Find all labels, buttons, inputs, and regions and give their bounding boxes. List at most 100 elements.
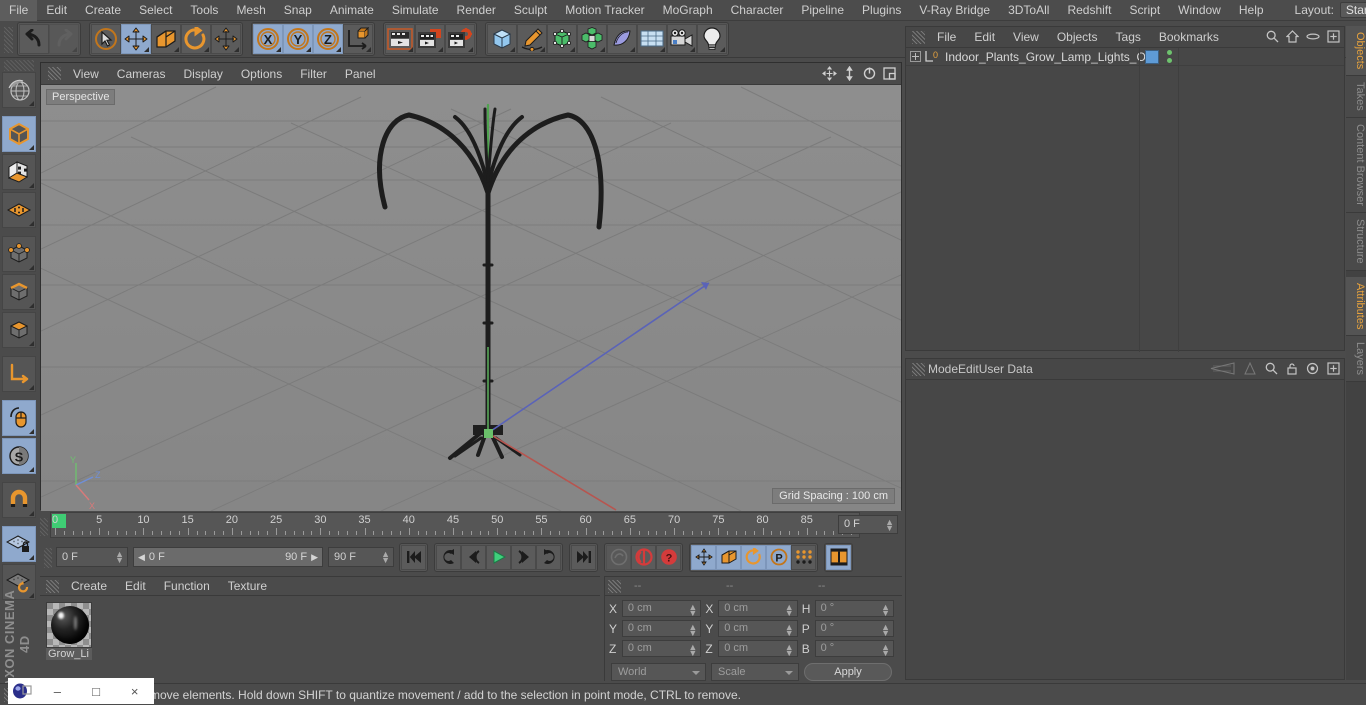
submenu-corner-icon[interactable] [28, 221, 34, 226]
object-menu-tags[interactable]: Tags [1107, 28, 1150, 46]
submenu-corner-icon[interactable] [408, 47, 413, 52]
submenu-corner-icon[interactable] [72, 47, 77, 52]
submenu-corner-icon[interactable] [174, 47, 179, 52]
coordinates-grip[interactable] [608, 579, 621, 593]
timeline-frame-field[interactable]: 0 F ▲ ▼ [838, 515, 898, 534]
viewport-menu-display[interactable]: Display [174, 64, 231, 84]
size-field[interactable]: 0 cm ▲ ▼ [718, 600, 798, 618]
rail-tab-content-browser[interactable]: Content Browser [1346, 118, 1366, 213]
redo-icon[interactable] [49, 24, 79, 54]
submenu-corner-icon[interactable] [438, 47, 443, 52]
auto-keyframing-icon[interactable]: ? [656, 544, 681, 570]
stepper-icon[interactable]: ▲ ▼ [688, 603, 697, 618]
material-item[interactable]: Grow_Li [46, 602, 94, 660]
stepper-icon[interactable]: ▲ ▼ [785, 623, 794, 638]
model-axis-globe-icon[interactable] [1, 72, 36, 108]
attribute-manager-grip[interactable] [912, 362, 925, 376]
submenu-corner-icon[interactable] [28, 101, 34, 106]
submenu-corner-icon[interactable] [28, 341, 34, 346]
key-position-icon[interactable] [691, 544, 716, 570]
new-attr-icon[interactable] [1327, 362, 1340, 378]
play-icon[interactable] [486, 544, 511, 570]
preview-range-slider[interactable]: ◀ 0 F 90 F ▶ [133, 547, 323, 567]
dolly-view-icon[interactable] [842, 65, 857, 84]
menu-item-tools[interactable]: Tools [181, 0, 227, 21]
cube-primitive-icon[interactable] [487, 24, 517, 54]
coordinate-mode-select[interactable]: Scale [711, 663, 799, 681]
new-layer-icon[interactable] [1327, 30, 1340, 46]
stepper-icon[interactable]: ▲ ▼ [881, 623, 890, 638]
polygons-mode-icon[interactable] [1, 312, 36, 348]
ellipse-icon[interactable] [1306, 30, 1320, 46]
stepper-icon[interactable]: ▲ ▼ [115, 550, 124, 565]
viewport-menu-panel[interactable]: Panel [336, 64, 385, 84]
close-button[interactable]: × [115, 684, 154, 699]
minimize-button[interactable]: – [38, 684, 77, 699]
material-list[interactable]: Grow_Li [40, 596, 600, 660]
model-mode-cube-icon[interactable] [1, 116, 36, 152]
viewport-menu-filter[interactable]: Filter [291, 64, 336, 84]
viewport-menu-view[interactable]: View [64, 64, 108, 84]
attribute-menu-user-data[interactable]: User Data [979, 362, 1033, 376]
submenu-corner-icon[interactable] [276, 47, 281, 52]
menu-item-snap[interactable]: Snap [275, 0, 321, 21]
timeline-ruler[interactable]: 051015202530354045505560657075808590 [50, 512, 860, 538]
transport-grip[interactable] [44, 548, 52, 568]
material-menu-grip[interactable] [46, 579, 59, 593]
position-field[interactable]: 0 cm ▲ ▼ [621, 620, 702, 638]
expand-toggle-icon[interactable] [910, 51, 921, 62]
submenu-corner-icon[interactable] [28, 467, 34, 472]
viewport-menu-cameras[interactable]: Cameras [108, 64, 175, 84]
edges-mode-icon[interactable] [1, 274, 36, 310]
menu-item-3dtoall[interactable]: 3DToAll [999, 0, 1058, 21]
attribute-menu-edit[interactable]: Edit [958, 362, 979, 376]
world-object-axis-icon[interactable] [343, 24, 373, 54]
target-icon[interactable] [1306, 362, 1319, 378]
submenu-corner-icon[interactable] [28, 555, 34, 560]
record-active-objects-icon[interactable] [631, 544, 656, 570]
submenu-corner-icon[interactable] [28, 385, 34, 390]
menu-item-sculpt[interactable]: Sculpt [505, 0, 556, 21]
object-row[interactable]: 0 Indoor_Plants_Grow_Lamp_Lights_Off [906, 48, 1344, 66]
stepper-icon[interactable]: ▲ ▼ [881, 643, 890, 658]
key-rotation-icon[interactable] [741, 544, 766, 570]
light-icon[interactable] [697, 24, 727, 54]
step-back-frame-icon[interactable] [461, 544, 486, 570]
attribute-menu-mode[interactable]: Mode [928, 362, 958, 376]
submenu-corner-icon[interactable] [204, 47, 209, 52]
record-key-dim-icon[interactable] [606, 544, 631, 570]
pan-view-icon[interactable] [822, 66, 837, 84]
render-visibility-dot[interactable] [1167, 58, 1172, 63]
toolbar-grip[interactable] [4, 27, 13, 53]
submenu-corner-icon[interactable] [28, 303, 34, 308]
timeline-grip[interactable] [40, 518, 48, 536]
maximize-button[interactable]: □ [77, 684, 116, 699]
object-menu-bookmarks[interactable]: Bookmarks [1150, 28, 1228, 46]
deformer-icon[interactable] [607, 24, 637, 54]
menu-item-create[interactable]: Create [76, 0, 130, 21]
undo-icon[interactable] [19, 24, 49, 54]
timeline-toggle-icon[interactable] [826, 544, 851, 570]
workplane-lock-icon[interactable] [1, 526, 36, 562]
menu-item-animate[interactable]: Animate [321, 0, 383, 21]
y-axis-icon[interactable]: Y [283, 24, 313, 54]
move-dup-icon[interactable] [211, 24, 241, 54]
step-forward-keyframe-icon[interactable] [536, 544, 561, 570]
array-icon[interactable] [577, 24, 607, 54]
submenu-corner-icon[interactable] [28, 511, 34, 516]
material-menu-edit[interactable]: Edit [116, 577, 155, 595]
left-toolbar-grip[interactable] [3, 60, 34, 71]
rotate-view-icon[interactable] [862, 66, 877, 84]
range-right-arrow-icon[interactable]: ▶ [311, 552, 318, 563]
size-field[interactable]: 0 cm ▲ ▼ [718, 620, 798, 638]
z-axis-icon[interactable]: Z [313, 24, 343, 54]
maximize-view-icon[interactable] [882, 66, 897, 84]
submenu-corner-icon[interactable] [630, 47, 635, 52]
rail-tab-layers[interactable]: Layers [1346, 336, 1366, 383]
rail-tab-takes[interactable]: Takes [1346, 76, 1366, 119]
submenu-corner-icon[interactable] [28, 429, 34, 434]
key-scale-icon[interactable] [716, 544, 741, 570]
step-back-keyframe-icon[interactable] [436, 544, 461, 570]
viewport-attr-icon[interactable] [1205, 362, 1235, 378]
search-icon[interactable] [1266, 30, 1279, 46]
